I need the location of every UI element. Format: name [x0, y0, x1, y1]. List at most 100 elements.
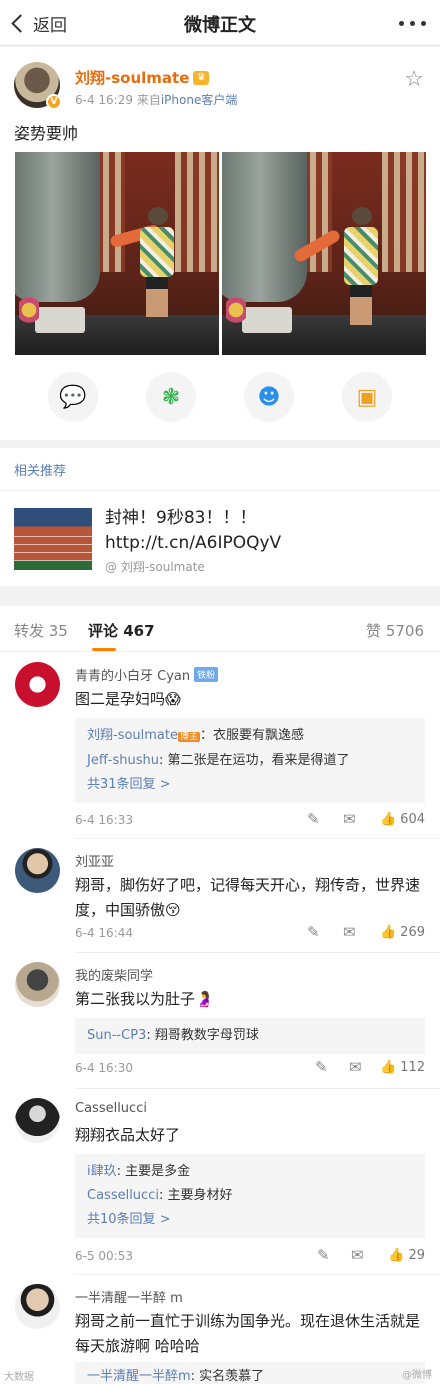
commenter-name[interactable]: 一半清醒一半醉 m [75, 1287, 183, 1306]
related-author: @ 刘翔-soulmate [105, 560, 205, 574]
commenter-name[interactable]: 青青的小白牙 Cyan 铁粉 [75, 665, 219, 684]
wechat-icon[interactable]: 💬 [48, 372, 98, 422]
author-name[interactable]: 刘翔-soulmate ♛ [75, 67, 210, 88]
like-count: 604 [400, 812, 425, 827]
reply-box[interactable]: 刘翔-soulmate 博主 ：衣服要有飘逸感 Jeff-shushu: 第二张是在… [75, 718, 425, 803]
post-text: 姿势要帅 [14, 124, 79, 143]
comment-item: 我的废柴同学 第二张我以为肚子🤰 Sun--CP3: 翔哥教数字母罚球 6-4 … [0, 952, 440, 1089]
comment-time: 6-4 16:44 [75, 926, 133, 940]
commenter-name-text: 青青的小白牙 Cyan [75, 669, 191, 684]
weibo-post: V 刘翔-soulmate ♛ 6-4 16:29 来自iPhone客户端 ☆ … [0, 47, 440, 440]
like-button[interactable]: 👍 112 [380, 1060, 425, 1075]
reply-icon[interactable]: ✉ [351, 1246, 364, 1264]
more-options-icon[interactable] [399, 21, 426, 26]
tab-comment[interactable]: 评论 467 [88, 620, 155, 641]
post-image-2[interactable] [222, 152, 426, 355]
comment-footer: 6-5 00:53 ✎ ✉ 👍 29 [75, 1246, 425, 1268]
page-title: 微博正文 [184, 15, 256, 36]
moments-icon[interactable]: ❃ [146, 372, 196, 422]
comment-footer: 6-4 16:44 ✎ ✉ 👍 269 [75, 923, 425, 945]
author-badge: 博主 [178, 732, 201, 742]
comment-item: 青青的小白牙 Cyan 铁粉 图二是孕妇吗😱 刘翔-soulmate 博主 ：衣服要… [0, 652, 440, 839]
save-image-icon[interactable]: ▣ [342, 372, 392, 422]
reply-author[interactable]: 刘翔-soulmate [87, 728, 178, 743]
like-count: 269 [400, 925, 425, 940]
post-source[interactable]: iPhone客户端 [161, 93, 238, 107]
qq-icon[interactable]: ☻ [244, 372, 294, 422]
comment-item: 一半清醒一半醉 m 翔哥之前一直忙于训练为国争光。现在退休生活就是每天旅游啊 哈… [0, 1274, 440, 1384]
tab-like[interactable]: 赞 5706 [366, 620, 424, 641]
commenter-name[interactable]: Cassellucci [75, 1101, 147, 1116]
reply-icon[interactable]: ✉ [349, 1058, 362, 1076]
avatar[interactable] [15, 662, 60, 707]
reply-icon[interactable]: ✉ [343, 923, 356, 941]
like-button[interactable]: 👍 269 [380, 925, 425, 940]
reply-item: Cassellucci: 主要身材好 [87, 1184, 413, 1208]
reply-text: : 主要身材好 [158, 1188, 233, 1203]
commenter-name[interactable]: 我的废柴同学 [75, 965, 153, 984]
repost-icon[interactable]: ✎ [307, 923, 320, 941]
avatar[interactable] [15, 1284, 60, 1329]
reply-author[interactable]: Jeff-shushu [87, 753, 159, 768]
repost-icon[interactable]: ✎ [317, 1246, 330, 1264]
reply-item: 刘翔-soulmate 博主 ：衣服要有飘逸感 [87, 724, 413, 749]
commenter-name-text: 刘亚亚 [75, 855, 115, 870]
post-meta: 6-4 16:29 来自iPhone客户端 [75, 91, 237, 108]
related-title[interactable]: 封神！9秒83！！！ http://t.cn/A6IPOQyV [105, 506, 425, 556]
comment-text: 翔哥，脚伤好了吧，记得每天开心，翔传奇，世界速度，中国骄傲😚 [75, 876, 421, 919]
comment-text: 第二张我以为肚子🤰 [75, 990, 214, 1008]
comment-tabs: 转发 35 评论 467 赞 5706 [0, 606, 440, 652]
comment-text: 翔哥之前一直忙于训练为国争光。现在退休生活就是每天旅游啊 哈哈哈 [75, 1312, 421, 1355]
verified-badge-icon: V [46, 94, 62, 110]
reply-box[interactable]: i肆玖: 主要是多金 Cassellucci: 主要身材好 共10条回复 > [75, 1154, 425, 1238]
comment-item: Cassellucci 翔翔衣品太好了 i肆玖: 主要是多金 Casselluc… [0, 1088, 440, 1275]
comment-text: 图二是孕妇吗😱 [75, 690, 181, 708]
reply-item: 一半清醒一半醉m: 实名羡慕了 [87, 1365, 413, 1384]
reply-box[interactable]: Sun--CP3: 翔哥教数字母罚球 [75, 1018, 425, 1054]
like-count: 29 [408, 1248, 425, 1263]
comment-item: 刘亚亚 翔哥，脚伤好了吧，记得每天开心，翔传奇，世界速度，中国骄傲😚 6-4 1… [0, 838, 440, 953]
reply-author[interactable]: i肆玖 [87, 1164, 117, 1179]
more-replies-link[interactable]: 共10条回复 > [87, 1208, 413, 1232]
more-replies-link[interactable]: 共31条回复 > [87, 773, 413, 797]
watermark-left: 大数据 [4, 1372, 34, 1383]
author-avatar[interactable]: V [14, 62, 62, 110]
post-date: 6-4 16:29 [75, 93, 133, 107]
repost-icon[interactable]: ✎ [315, 1058, 328, 1076]
avatar[interactable] [15, 1098, 60, 1143]
reply-item: i肆玖: 主要是多金 [87, 1160, 413, 1184]
fan-badge: 铁粉 [194, 667, 219, 682]
commenter-name-text: 我的废柴同学 [75, 969, 154, 984]
comment-text: 翔翔衣品太好了 [75, 1126, 181, 1144]
share-row: 💬 ❃ ☻ ▣ [0, 372, 440, 422]
commenter-name[interactable]: 刘亚亚 [75, 851, 114, 870]
reply-author[interactable]: Sun--CP3 [87, 1028, 146, 1043]
reply-text: : 实名羡慕了 [190, 1369, 265, 1384]
comment-footer: 6-4 16:30 ✎ ✉ 👍 112 [75, 1058, 425, 1080]
star-icon[interactable]: ☆ [404, 67, 424, 92]
top-nav-bar: 返回 微博正文 [0, 0, 440, 46]
reply-author[interactable]: 一半清醒一半醉m [87, 1369, 191, 1384]
divider [0, 490, 440, 491]
thumbs-up-icon: 👍 [379, 925, 397, 940]
post-from-label: 来自 [136, 93, 161, 107]
avatar[interactable] [15, 962, 60, 1007]
reply-item: Sun--CP3: 翔哥教数字母罚球 [87, 1024, 413, 1048]
reply-author[interactable]: Cassellucci [87, 1188, 159, 1203]
tab-repost[interactable]: 转发 35 [14, 620, 68, 641]
reply-icon[interactable]: ✉ [343, 810, 356, 828]
comment-footer: 6-4 16:33 ✎ ✉ 👍 604 [75, 810, 425, 832]
reply-box[interactable]: 一半清醒一半醉m: 实名羡慕了 [75, 1362, 425, 1384]
avatar[interactable] [15, 848, 60, 893]
like-button[interactable]: 👍 29 [388, 1248, 425, 1263]
comment-time: 6-4 16:33 [75, 813, 133, 827]
post-image-1[interactable] [15, 152, 219, 355]
reply-text: ：衣服要有飘逸感 [200, 728, 305, 743]
related-recommendation: 相关推荐 封神！9秒83！！！ http://t.cn/A6IPOQyV @ 刘… [0, 448, 440, 586]
comment-time: 6-5 00:53 [75, 1249, 133, 1263]
repost-icon[interactable]: ✎ [307, 810, 320, 828]
reply-text: : 第二张是在运功，看来是得道了 [158, 753, 350, 768]
active-tab-indicator [92, 648, 116, 651]
like-button[interactable]: 👍 604 [380, 812, 425, 827]
related-thumbnail[interactable] [14, 508, 92, 570]
